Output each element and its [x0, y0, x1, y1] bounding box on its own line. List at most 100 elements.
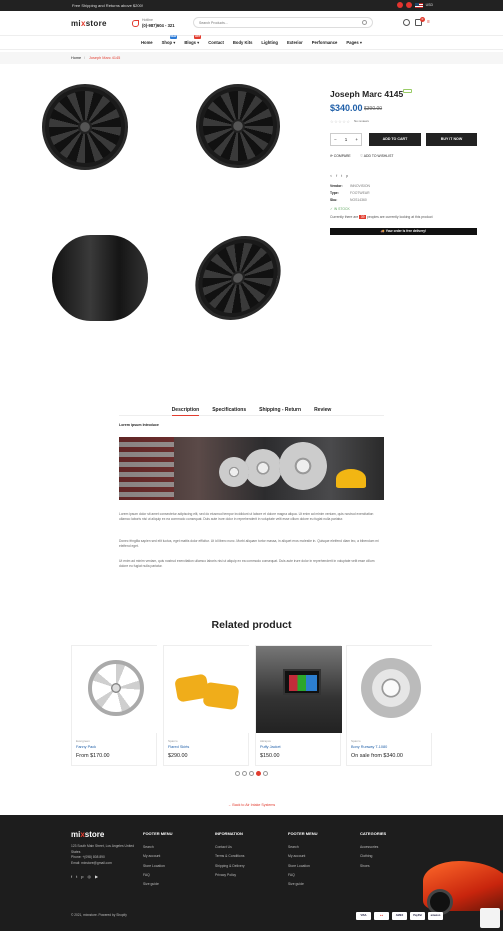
footer-column: FOOTER MENU Search My account Store Loca…	[143, 831, 173, 889]
nav-item-home[interactable]: Home	[141, 36, 153, 49]
footer-column-title: FOOTER MENU	[143, 831, 173, 836]
pinterest-icon[interactable]: p	[81, 874, 83, 879]
add-to-cart-button[interactable]: ADD TO CART	[369, 133, 421, 146]
nav-item-exterior[interactable]: Exterior	[287, 36, 303, 49]
carousel-dot-active[interactable]	[256, 771, 261, 776]
twitter-icon[interactable]: t	[341, 174, 342, 178]
review-count[interactable]: No reviews	[354, 119, 369, 123]
footer-social: f t p ◎ ▶	[71, 874, 98, 879]
breadcrumb-home[interactable]: Home	[71, 56, 81, 60]
youtube-icon[interactable]: ▶	[95, 874, 98, 879]
wishlist-link[interactable]: ♡ ADD TO WISHLIST	[360, 154, 393, 158]
carousel-dot[interactable]	[242, 771, 247, 776]
nav-item-blogs[interactable]: Blogs ▾ HOT	[184, 35, 202, 49]
product-card-name[interactable]: Puffy Jacket	[260, 745, 281, 749]
product-card[interactable]: Akrapov Puffy Jacket $150.00	[255, 645, 342, 766]
carousel-dot[interactable]	[249, 771, 254, 776]
menu-icon[interactable]: ≡	[427, 19, 430, 26]
buy-now-button[interactable]: BUY IT NOW	[426, 133, 477, 146]
tab-description[interactable]: Description	[171, 404, 199, 416]
back-to-collection-link[interactable]: ← Back to Air Intake Systems	[0, 803, 503, 807]
facebook-icon[interactable]: f	[336, 174, 337, 178]
compare-link[interactable]: ⟳ COMPARE	[330, 154, 351, 158]
product-card-vendor: Akrapov	[260, 739, 272, 743]
footer-link[interactable]: My account	[288, 852, 318, 861]
nav-item-pages[interactable]: Pages ▾	[346, 36, 362, 49]
nav-item-performance[interactable]: Performance	[312, 36, 338, 49]
logo[interactable]: mixstore	[71, 19, 107, 28]
product-image-2[interactable]	[196, 84, 280, 168]
us-flag-icon[interactable]	[414, 2, 423, 8]
product-card-image[interactable]	[72, 646, 158, 733]
footer-link[interactable]: Terms & Conditions	[215, 852, 245, 861]
facebook-icon[interactable]: f	[71, 874, 72, 879]
recaptcha-badge[interactable]	[480, 908, 500, 928]
footer-link[interactable]: Size guide	[288, 880, 318, 889]
footer-link[interactable]: Shoes	[360, 862, 386, 871]
search-icon[interactable]	[362, 20, 367, 25]
product-card-name[interactable]: Bony Runway T-1080	[351, 745, 387, 749]
product-image-1[interactable]	[42, 84, 128, 170]
footer-link[interactable]: Store Location	[143, 862, 173, 871]
footer-link[interactable]: FAQ	[143, 871, 173, 880]
product-image-4[interactable]	[188, 236, 288, 320]
quantity-minus-button[interactable]: −	[334, 137, 337, 142]
amex-icon: AMEX	[392, 912, 407, 920]
viewers-notice: Currently there are 39 peoples are curre…	[330, 215, 433, 219]
product-card-vendor: Sparco	[168, 739, 178, 743]
helmet-graphic	[336, 469, 366, 488]
nav-item-shop[interactable]: Shop ▾ NEW	[162, 35, 178, 49]
cart-icon[interactable]: 0	[415, 17, 425, 26]
product-card[interactable]: Evergreen Fanny Pack From $170.00	[71, 645, 158, 766]
search-input[interactable]	[199, 18, 359, 27]
tab-specifications[interactable]: Specifications	[212, 404, 246, 415]
nav-item-body-kits[interactable]: Body Kits	[233, 36, 253, 49]
breadcrumb: Home / Joseph Marc 4145	[0, 52, 503, 64]
copyright: © 2021, mixxstore. Powered by Shopify	[71, 913, 127, 917]
account-icon[interactable]	[403, 19, 410, 26]
nav-item-lighting[interactable]: Lighting	[261, 36, 278, 49]
nav-item-contact[interactable]: Contact	[208, 36, 224, 49]
product-card[interactable]: Sparco Flared Skirts $290.00	[163, 645, 250, 766]
product-card-name[interactable]: Flared Skirts	[168, 745, 189, 749]
footer-link[interactable]: Accessories	[360, 843, 386, 852]
footer-link[interactable]: Search	[143, 843, 173, 852]
footer-link[interactable]: Store Location	[288, 862, 318, 871]
quantity-plus-button[interactable]: +	[355, 137, 358, 142]
tab-shipping-return[interactable]: Shipping - Return	[259, 404, 301, 415]
footer-link[interactable]: Contact Us	[215, 843, 245, 852]
product-card-image[interactable]	[164, 646, 250, 733]
nav-badge: HOT	[194, 35, 202, 39]
footer-logo[interactable]: mixstore	[71, 830, 104, 839]
currency-selector[interactable]: USD	[426, 3, 433, 7]
footer-link[interactable]: Shipping & Delivery	[215, 862, 245, 871]
compare-count-badge[interactable]	[405, 2, 412, 8]
product-card[interactable]: Sparco Bony Runway T-1080 On sale from $…	[346, 645, 433, 766]
product-card-name[interactable]: Fanny Pack	[76, 745, 96, 749]
paypal-icon: PayPal	[410, 912, 425, 920]
footer-email[interactable]: Email: mixstore@gmail.com	[71, 861, 141, 867]
description-paragraph: Ut enim ad minim veniam, quis nostrud ex…	[119, 559, 375, 568]
footer-link[interactable]: Privacy Policy	[215, 871, 245, 880]
footer-link[interactable]: Clothing	[360, 852, 386, 861]
product-image-3[interactable]	[52, 235, 148, 321]
quantity-value[interactable]: 1	[345, 137, 348, 142]
chevron-down-icon: ▾	[358, 40, 362, 45]
product-card-price: On sale from $340.00	[351, 753, 403, 759]
share-icon[interactable]: <	[330, 174, 332, 178]
product-card-image[interactable]	[347, 646, 433, 733]
product-card-image[interactable]	[256, 646, 342, 733]
footer-link[interactable]: Search	[288, 843, 318, 852]
carousel-dot[interactable]	[235, 771, 240, 776]
instagram-icon[interactable]: ◎	[87, 874, 91, 879]
carousel-dot[interactable]	[263, 771, 268, 776]
footer-link[interactable]: FAQ	[288, 871, 318, 880]
wishlist-count-badge[interactable]	[396, 2, 403, 8]
pinterest-icon[interactable]: p	[346, 174, 348, 178]
footer-link[interactable]: Size guide	[143, 880, 173, 889]
hotline-phone[interactable]: (0)-987)604 - 321	[142, 23, 175, 28]
site-header: mixstore Hotline (0)-987)604 - 321 0 ≡	[0, 11, 503, 36]
tab-review[interactable]: Review	[314, 404, 331, 415]
twitter-icon[interactable]: t	[76, 874, 77, 879]
footer-link[interactable]: My account	[143, 852, 173, 861]
